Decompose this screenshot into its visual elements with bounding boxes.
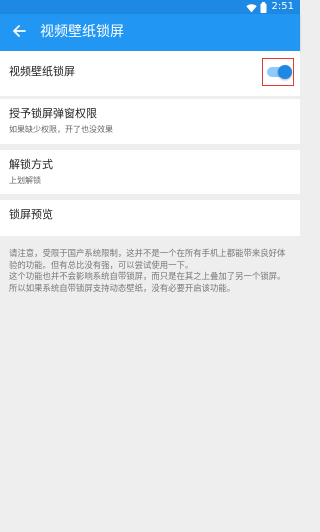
- video-lock-setting[interactable]: 视频壁纸锁屏: [0, 51, 300, 96]
- status-icons: 2:51: [245, 1, 294, 13]
- arrow-back-icon: [12, 23, 26, 42]
- video-lock-toggle[interactable]: [267, 65, 292, 79]
- video-lock-toggle-highlight[interactable]: [262, 58, 294, 86]
- page-title: 视频壁纸锁屏: [40, 24, 124, 40]
- back-button[interactable]: [4, 14, 34, 51]
- lock-screen-preview-setting[interactable]: 锁屏预览: [0, 200, 300, 236]
- video-lock-label: 视频壁纸锁屏: [9, 65, 75, 78]
- grant-popup-description: 如果缺少权限，开了也没效果: [9, 125, 113, 134]
- toggle-thumb: [278, 65, 292, 79]
- app-bar: 视频壁纸锁屏: [0, 14, 300, 51]
- unlock-method-setting[interactable]: 解锁方式 上划解锁: [0, 150, 300, 194]
- settings-list: 视频壁纸锁屏 授予锁屏弹窗权限 如果缺少权限，开了也没效果 解锁方式 上划解锁 …: [0, 51, 300, 294]
- grant-popup-label: 授予锁屏弹窗权限: [9, 107, 97, 120]
- notice-text: 请注意，受限于国产系统限制，这并不是一个在所有手机上都能带来良好体验的功能。但有…: [9, 248, 286, 293]
- status-time: 2:51: [271, 1, 294, 12]
- unlock-method-value: 上划解锁: [9, 176, 41, 185]
- preview-label: 锁屏预览: [9, 208, 53, 221]
- status-bar: 2:51: [0, 0, 300, 14]
- unlock-method-label: 解锁方式: [9, 158, 53, 171]
- grant-popup-permission-setting[interactable]: 授予锁屏弹窗权限 如果缺少权限，开了也没效果: [0, 99, 300, 144]
